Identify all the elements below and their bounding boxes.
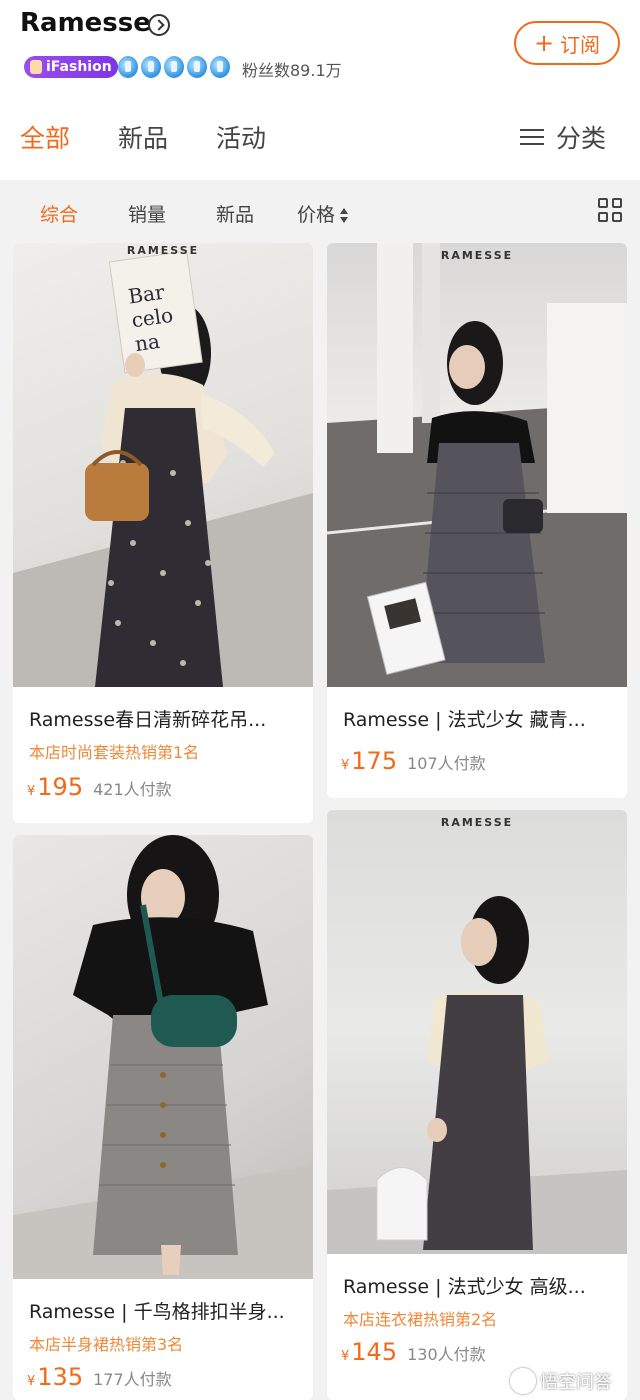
- shop-tabs: 全部 新品 活动 分类: [0, 115, 640, 160]
- wukong-watermark: 悟空问答: [510, 1368, 612, 1394]
- product-title[interactable]: Ramesse | 法式少女 高级...: [343, 1272, 586, 1299]
- shop-name[interactable]: Ramesse: [20, 8, 151, 38]
- product-price: 195: [37, 773, 84, 801]
- buyers-count: 130人付款: [407, 1345, 486, 1364]
- product-card[interactable]: RAMESSE Ramesse | 法式少女 高级... 本店连衣裙热销第2名 …: [327, 810, 627, 1400]
- product-price: 175: [351, 747, 398, 775]
- ifashion-badge: iFashion: [24, 56, 118, 78]
- medal-icon: [187, 56, 207, 78]
- model-illustration: [13, 835, 313, 1279]
- categories-label: 分类: [556, 124, 607, 153]
- product-price: 135: [37, 1363, 84, 1391]
- watermark-text: 悟空问答: [540, 1372, 612, 1393]
- ifashion-label: iFashion: [46, 59, 112, 75]
- model-illustration: Bar celo na: [13, 250, 313, 687]
- sort-price-label: 价格: [297, 204, 336, 226]
- menu-icon: [520, 127, 544, 147]
- price-row: ¥ 145 130人付款: [341, 1338, 486, 1366]
- categories-button[interactable]: 分类: [520, 119, 606, 155]
- product-rank: 本店时尚套装热销第1名: [29, 743, 200, 762]
- model-illustration: [327, 896, 627, 1254]
- model-illustration: [327, 243, 627, 687]
- tab-events[interactable]: 活动: [216, 119, 266, 155]
- brand-watermark: RAMESSE: [440, 816, 514, 829]
- shop-level-medals: [118, 56, 230, 78]
- currency-symbol: ¥: [27, 1374, 36, 1389]
- medal-icon: [118, 56, 138, 78]
- shop-header: Ramesse + 订阅 iFashion 粉丝数89.1万 全部 新品 活动 …: [0, 0, 640, 180]
- followers-count: 粉丝数89.1万: [242, 61, 342, 80]
- sort-price[interactable]: 价格: [297, 200, 349, 227]
- grid-view-icon[interactable]: [598, 198, 624, 224]
- product-image[interactable]: RAMESSE: [327, 243, 627, 687]
- chevron-right-icon[interactable]: [148, 14, 170, 36]
- medal-icon: [210, 56, 230, 78]
- buyers-count: 107人付款: [407, 754, 486, 773]
- medal-icon: [164, 56, 184, 78]
- medal-icon: [141, 56, 161, 78]
- buyers-count: 421人付款: [93, 780, 172, 799]
- brand-watermark: RAMESSE: [126, 244, 200, 257]
- currency-symbol: ¥: [341, 1349, 350, 1364]
- currency-symbol: ¥: [341, 758, 350, 773]
- product-price: 145: [351, 1338, 398, 1366]
- plus-icon: +: [533, 29, 555, 57]
- wukong-logo-icon: [510, 1368, 536, 1394]
- buyers-count: 177人付款: [93, 1370, 172, 1389]
- product-title[interactable]: Ramesse | 法式少女 藏青...: [343, 705, 586, 732]
- price-row: ¥ 195 421人付款: [27, 773, 172, 801]
- product-image[interactable]: RAMESSE Bar celo na: [13, 243, 313, 687]
- cat-icon: [30, 60, 42, 74]
- sort-new[interactable]: 新品: [216, 200, 254, 227]
- product-card[interactable]: RAMESSE Ramesse | 法式少女 藏青... ¥ 175 107人付…: [327, 243, 627, 798]
- product-title[interactable]: Ramesse | 千鸟格排扣半身...: [29, 1297, 285, 1324]
- price-row: ¥ 175 107人付款: [341, 747, 486, 775]
- sort-arrows-icon: [339, 207, 349, 225]
- sort-comprehensive[interactable]: 综合: [40, 200, 78, 227]
- tab-all[interactable]: 全部: [20, 119, 70, 155]
- price-row: ¥ 135 177人付款: [27, 1363, 172, 1391]
- product-card[interactable]: RAMESSE Bar celo na Ramesse春日清新碎花吊... 本店…: [13, 243, 313, 823]
- product-rank: 本店半身裙热销第3名: [29, 1335, 184, 1354]
- brand-watermark: RAMESSE: [440, 249, 514, 262]
- product-image[interactable]: RAMESSE: [327, 810, 627, 1254]
- subscribe-button[interactable]: + 订阅: [514, 21, 620, 65]
- product-card[interactable]: Ramesse | 千鸟格排扣半身... 本店半身裙热销第3名 ¥ 135 17…: [13, 835, 313, 1400]
- product-rank: 本店连衣裙热销第2名: [343, 1310, 498, 1329]
- subscribe-label: 订阅: [560, 32, 601, 57]
- product-image[interactable]: [13, 835, 313, 1279]
- product-title[interactable]: Ramesse春日清新碎花吊...: [29, 705, 266, 732]
- tab-new[interactable]: 新品: [118, 119, 168, 155]
- sort-bar: 综合 销量 新品 价格: [0, 190, 640, 236]
- currency-symbol: ¥: [27, 784, 36, 799]
- svg-text:na: na: [133, 329, 161, 356]
- sort-sales[interactable]: 销量: [128, 200, 166, 227]
